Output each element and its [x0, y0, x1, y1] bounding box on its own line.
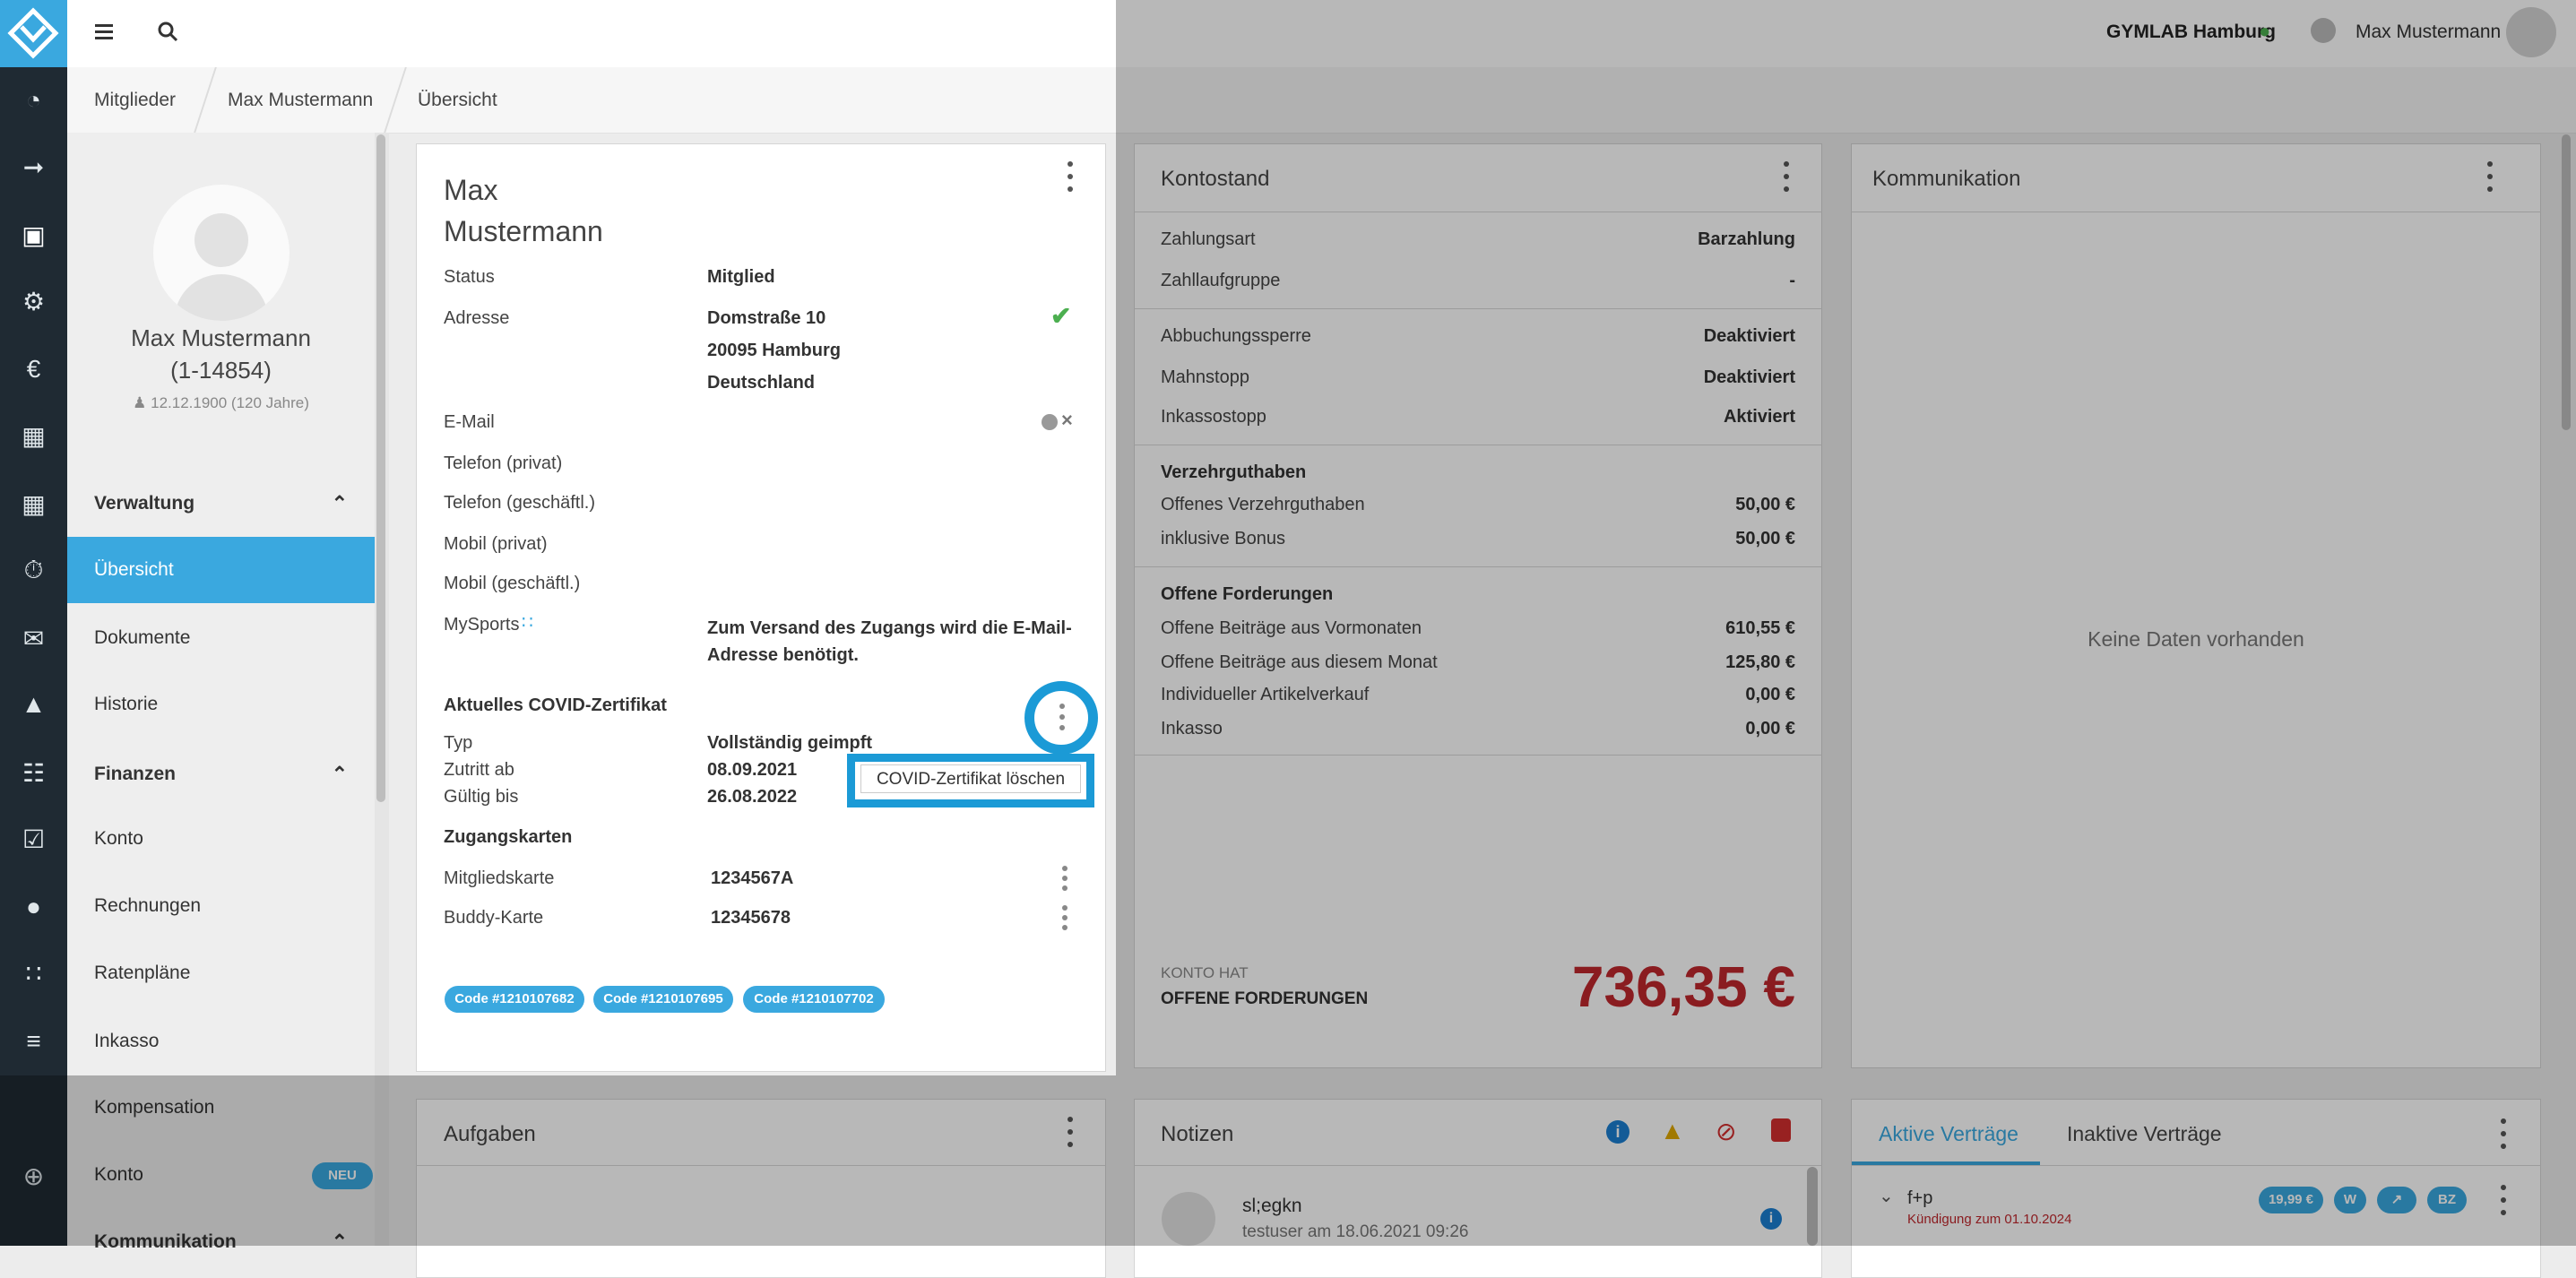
profile-photo[interactable]: [153, 185, 290, 321]
mysports-value: Zum Versand des Zugangs wird die E-Mail-…: [707, 618, 1072, 665]
mysports-label: MySports: [444, 615, 520, 635]
calendar-icon[interactable]: ▦: [0, 418, 67, 453]
card1-label: Mitgliedskarte: [444, 868, 555, 888]
code-badge[interactable]: Code #1210107695: [593, 986, 733, 1013]
address-line-1: Domstraße 10: [707, 308, 826, 328]
menu-item-ratenplaene[interactable]: Ratenpläne: [67, 940, 375, 1006]
breadcrumb-member[interactable]: Max Mustermann: [228, 67, 373, 133]
covid-menu-icon[interactable]: [1053, 704, 1071, 730]
code-badge[interactable]: Code #1210107702: [743, 986, 885, 1013]
email-label: E-Mail: [444, 412, 495, 432]
timer-icon[interactable]: ⏱: [0, 552, 67, 588]
menu-item-konto[interactable]: Konto: [67, 806, 375, 872]
menu-item-rechnungen[interactable]: Rechnungen: [67, 873, 375, 939]
members-icon[interactable]: ▣: [0, 217, 67, 253]
covid-type-label: Typ: [444, 733, 473, 753]
chevron-up-icon: ⌃: [331, 763, 348, 785]
card2-label: Buddy-Karte: [444, 908, 544, 928]
card1-value: 1234567A: [711, 868, 794, 888]
settings-wheel-icon[interactable]: ⚙: [0, 283, 67, 319]
email-status-dot-icon: [1042, 414, 1058, 430]
address-label: Adresse: [444, 308, 510, 328]
menu-section-finanzen[interactable]: Finanzen ⌃: [67, 747, 375, 801]
search-icon[interactable]: [157, 21, 178, 42]
menu-section-label: Verwaltung: [94, 493, 195, 514]
sidebar-scroll-thumb[interactable]: [376, 134, 385, 802]
menu-icon[interactable]: [95, 22, 115, 41]
chat-icon[interactable]: ✉: [0, 620, 67, 656]
profile-birthdate: ♟ 12.12.1900 (120 Jahre): [67, 394, 375, 412]
mobile-business-label: Mobil (geschäftl.): [444, 574, 581, 593]
menu-item-dokumente[interactable]: Dokumente: [67, 605, 375, 671]
dashboard-icon[interactable]: ◔: [0, 82, 67, 118]
euro-icon[interactable]: €: [0, 351, 67, 387]
chevron-up-icon: ⌃: [331, 492, 348, 514]
menu-section-label: Finanzen: [94, 764, 177, 784]
covid-delete-menu-item[interactable]: COVID-Zertifikat löschen: [860, 764, 1081, 793]
status-label: Status: [444, 267, 495, 287]
mysports-logo-icon: ∷: [522, 613, 533, 633]
app-logo[interactable]: [0, 0, 67, 67]
card2-value: 12345678: [711, 908, 791, 928]
checkin-icon[interactable]: ➞: [0, 149, 67, 185]
groups-icon[interactable]: ●: [0, 889, 67, 925]
phone-business-label: Telefon (geschäftl.): [444, 493, 595, 513]
member-card-menu-icon[interactable]: [1061, 161, 1079, 192]
status-value: Mitglied: [707, 267, 775, 287]
mobile-private-label: Mobil (privat): [444, 534, 548, 554]
card2-menu-icon[interactable]: [1056, 905, 1074, 930]
covid-section-title: Aktuelles COVID-Zertifikat: [444, 695, 667, 715]
tasks-icon[interactable]: ☑: [0, 821, 67, 857]
code-badge[interactable]: Code #1210107682: [445, 986, 584, 1013]
address-line-3: Deutschland: [707, 373, 816, 393]
covid-valid-from-value: 08.09.2021: [707, 760, 798, 780]
covid-valid-until-value: 26.08.2022: [707, 787, 798, 807]
dim-overlay: [0, 1075, 1116, 1246]
chart-icon[interactable]: ▲: [0, 686, 67, 722]
menu-item-inkasso[interactable]: Inkasso: [67, 1008, 375, 1075]
access-cards-title: Zugangskarten: [444, 827, 573, 847]
cart-icon[interactable]: ☷: [0, 755, 67, 790]
profile-name: Max Mustermann: [131, 324, 311, 351]
menu-section-verwaltung[interactable]: Verwaltung ⌃: [67, 477, 375, 531]
menu-item-historie[interactable]: Historie: [67, 671, 375, 738]
person-icon: ♟: [133, 394, 151, 411]
member-last-name: Mustermann: [444, 215, 603, 247]
check-icon: ✔: [1050, 302, 1072, 330]
member-first-name: Max: [444, 174, 498, 206]
phone-private-label: Telefon (privat): [444, 453, 563, 473]
address-line-2: 20095 Hamburg: [707, 341, 841, 360]
birthdate-text: 12.12.1900 (120 Jahre): [151, 394, 309, 411]
calendar2-icon[interactable]: ▦: [0, 486, 67, 522]
grid-icon[interactable]: ∷: [0, 955, 67, 991]
profile-id: (1-14854): [170, 357, 272, 384]
sliders-icon[interactable]: ≡: [0, 1023, 67, 1059]
card1-menu-icon[interactable]: [1056, 866, 1074, 891]
covid-valid-until-label: Gültig bis: [444, 787, 519, 807]
breadcrumb-members[interactable]: Mitglieder: [94, 67, 176, 133]
covid-valid-from-label: Zutritt ab: [444, 760, 514, 780]
close-icon[interactable]: ×: [1061, 409, 1073, 432]
dim-overlay: [1116, 0, 2576, 1246]
breadcrumb-overview: Übersicht: [418, 90, 497, 110]
covid-type-value: Vollständig geimpft: [707, 733, 873, 753]
menu-item-uebersicht[interactable]: Übersicht: [67, 537, 375, 603]
